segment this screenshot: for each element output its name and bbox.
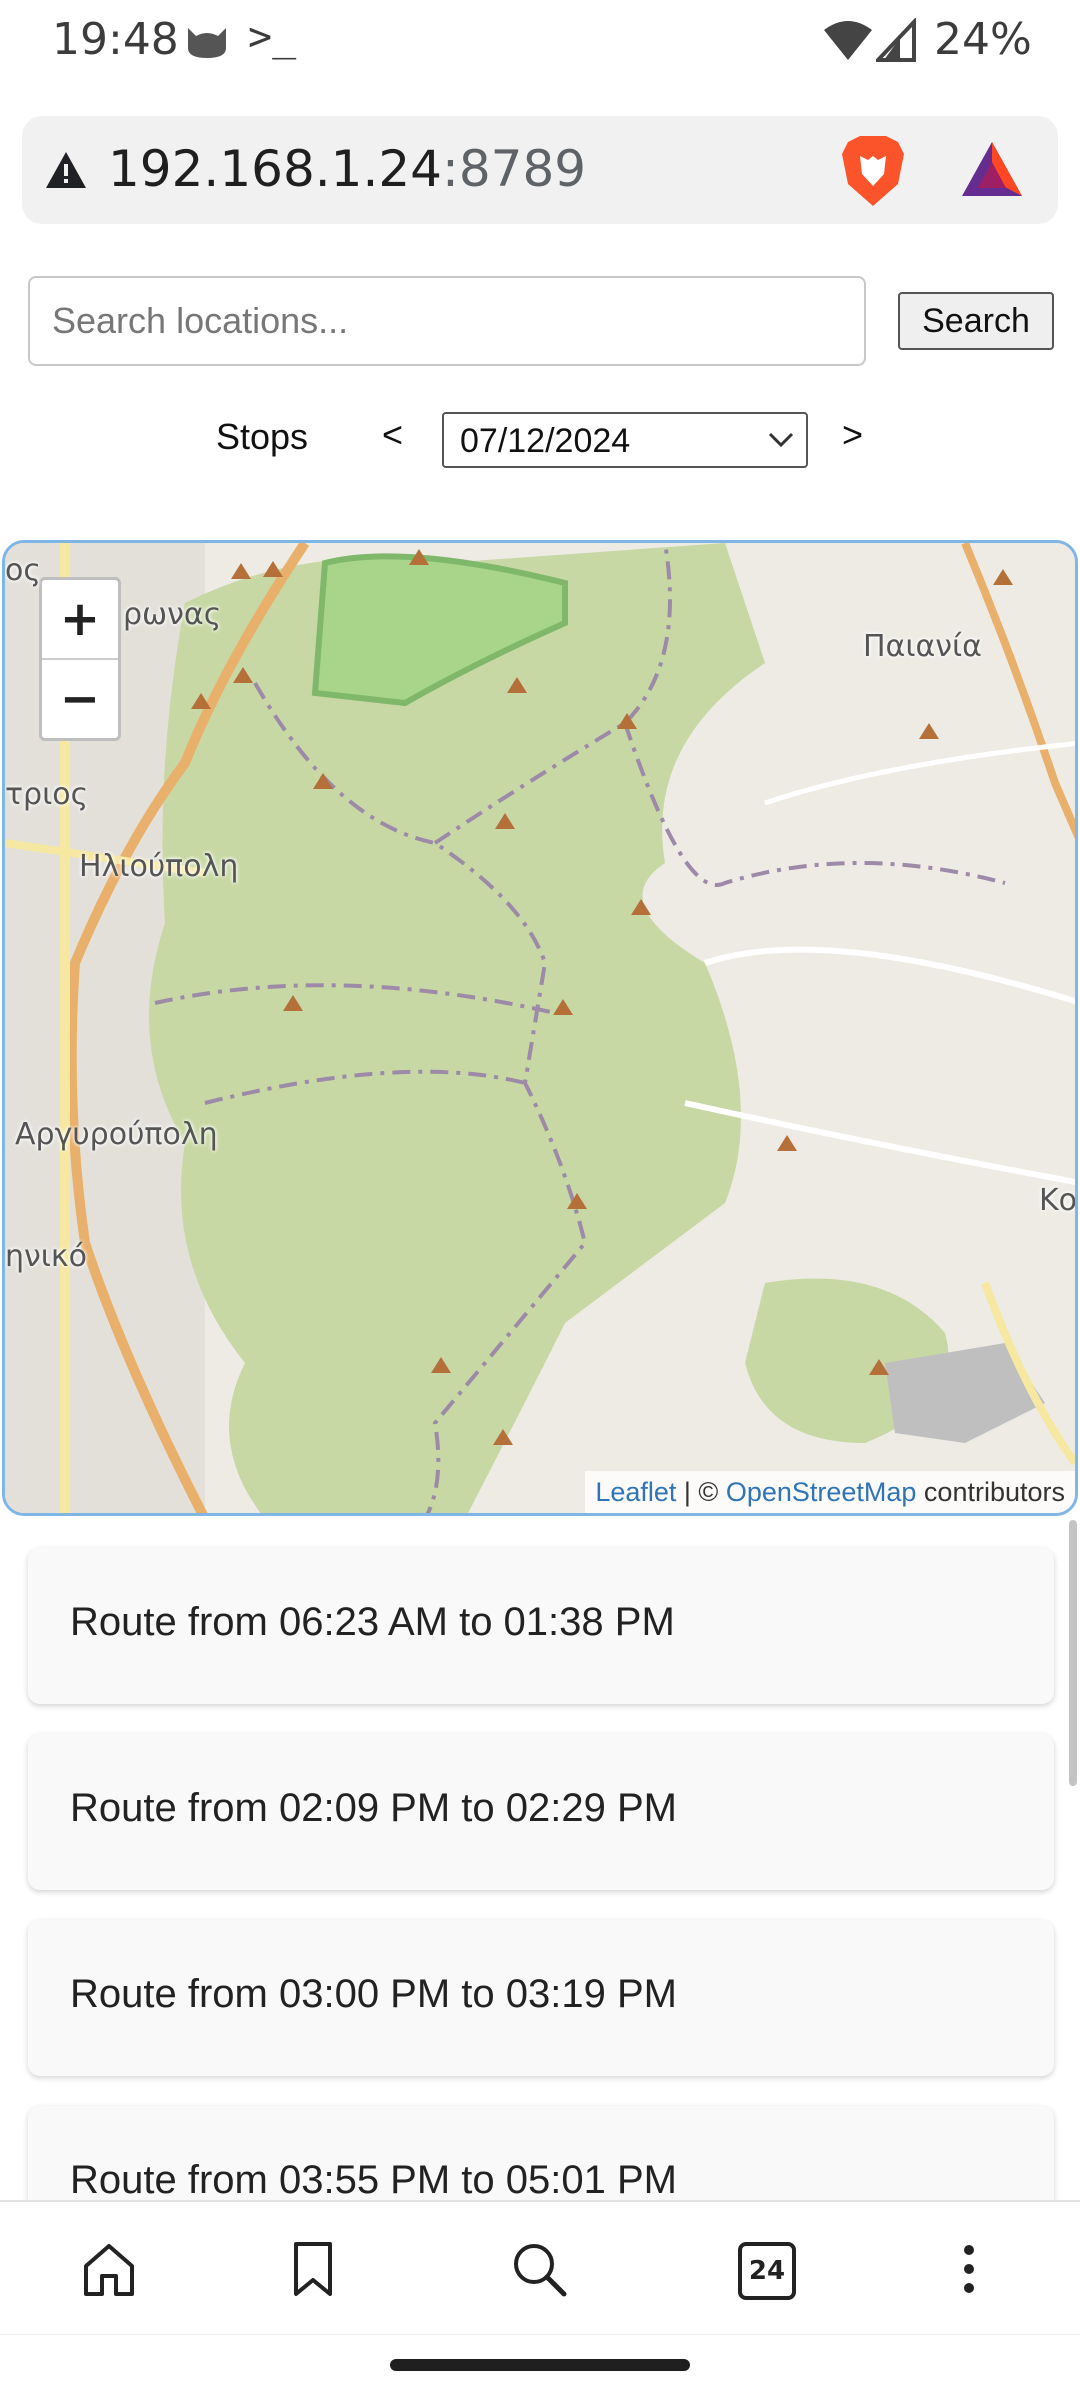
zoom-control: + − (39, 577, 121, 741)
tab-count: 24 (738, 2242, 796, 2300)
previous-date-button[interactable]: < (382, 414, 403, 456)
route-label: Route from 06:23 AM to 01:38 PM (70, 1600, 675, 1644)
map[interactable]: + − Παιανία Ηλιούπολη Αργυρούπολη ρωνας … (2, 540, 1078, 1516)
search-input[interactable] (28, 276, 866, 366)
url-port: :8789 (441, 140, 587, 198)
search-button[interactable]: Search (898, 292, 1054, 350)
signal-icon (876, 18, 916, 62)
url-text[interactable]: 192.168.1.24:8789 (108, 140, 586, 198)
route-label: Route from 03:00 PM to 03:19 PM (70, 1972, 677, 2016)
map-label-dimitrios: τριος (5, 777, 89, 812)
next-date-button[interactable]: > (842, 414, 863, 456)
route-label: Route from 03:55 PM to 05:01 PM (70, 2158, 677, 2202)
route-card[interactable]: Route from 06:23 AM to 01:38 PM (28, 1548, 1054, 1704)
leaflet-link[interactable]: Leaflet (595, 1477, 676, 1507)
zoom-in-button[interactable]: + (42, 580, 118, 660)
map-label-edge: ος (5, 553, 41, 588)
more-icon[interactable] (938, 2238, 1000, 2300)
search-icon[interactable] (508, 2238, 570, 2300)
tabs-icon[interactable]: 24 (734, 2238, 796, 2300)
status-bar: 19:48 >_ 24% (0, 0, 1080, 84)
not-secure-warning-icon[interactable] (44, 150, 88, 190)
gesture-area (0, 2334, 1080, 2401)
wifi-icon (824, 21, 872, 60)
route-card[interactable]: Route from 03:00 PM to 03:19 PM (28, 1920, 1054, 2076)
attribution-suffix: contributors (916, 1477, 1065, 1507)
url-host: 192.168.1.24 (108, 140, 442, 198)
gesture-handle[interactable] (390, 2359, 690, 2371)
attribution-separator: | © (676, 1477, 726, 1507)
cat-notification-icon (188, 28, 226, 58)
brave-shields-icon[interactable] (838, 134, 908, 208)
chevron-down-icon (768, 432, 794, 448)
terminal-notification-icon: >_ (248, 14, 297, 60)
address-bar[interactable]: 192.168.1.24:8789 (22, 116, 1058, 224)
battery-level: 24% (934, 14, 1032, 65)
bottom-toolbar: 24 (0, 2200, 1080, 2336)
date-value: 07/12/2024 (460, 422, 631, 460)
map-label-vyronas: ρωνας (123, 597, 222, 632)
map-label-koropi: Κο (1039, 1183, 1078, 1218)
date-select[interactable]: 07/12/2024 (442, 412, 808, 468)
home-icon[interactable] (78, 2238, 140, 2300)
stops-label: Stops (216, 416, 309, 457)
route-label: Route from 02:09 PM to 02:29 PM (70, 1786, 677, 1830)
status-time: 19:48 (52, 14, 179, 65)
zoom-out-button[interactable]: − (42, 660, 118, 738)
openstreetmap-link[interactable]: OpenStreetMap (726, 1477, 917, 1507)
map-label-argyroupoli: Αργυρούπολη (15, 1117, 218, 1152)
bookmark-icon[interactable] (282, 2238, 344, 2300)
map-label-elliniko: ηνικό (5, 1239, 87, 1274)
map-label-ilioupoli: Ηλιούπολη (79, 849, 239, 884)
map-attribution: Leaflet | © OpenStreetMap contributors (585, 1471, 1075, 1513)
route-card[interactable]: Route from 02:09 PM to 02:29 PM (28, 1734, 1054, 1890)
map-label-paiania: Παιανία (863, 629, 982, 664)
brave-rewards-icon[interactable] (960, 140, 1024, 200)
scrollbar[interactable] (1069, 1520, 1077, 1786)
map-tiles[interactable] (5, 543, 1078, 1516)
